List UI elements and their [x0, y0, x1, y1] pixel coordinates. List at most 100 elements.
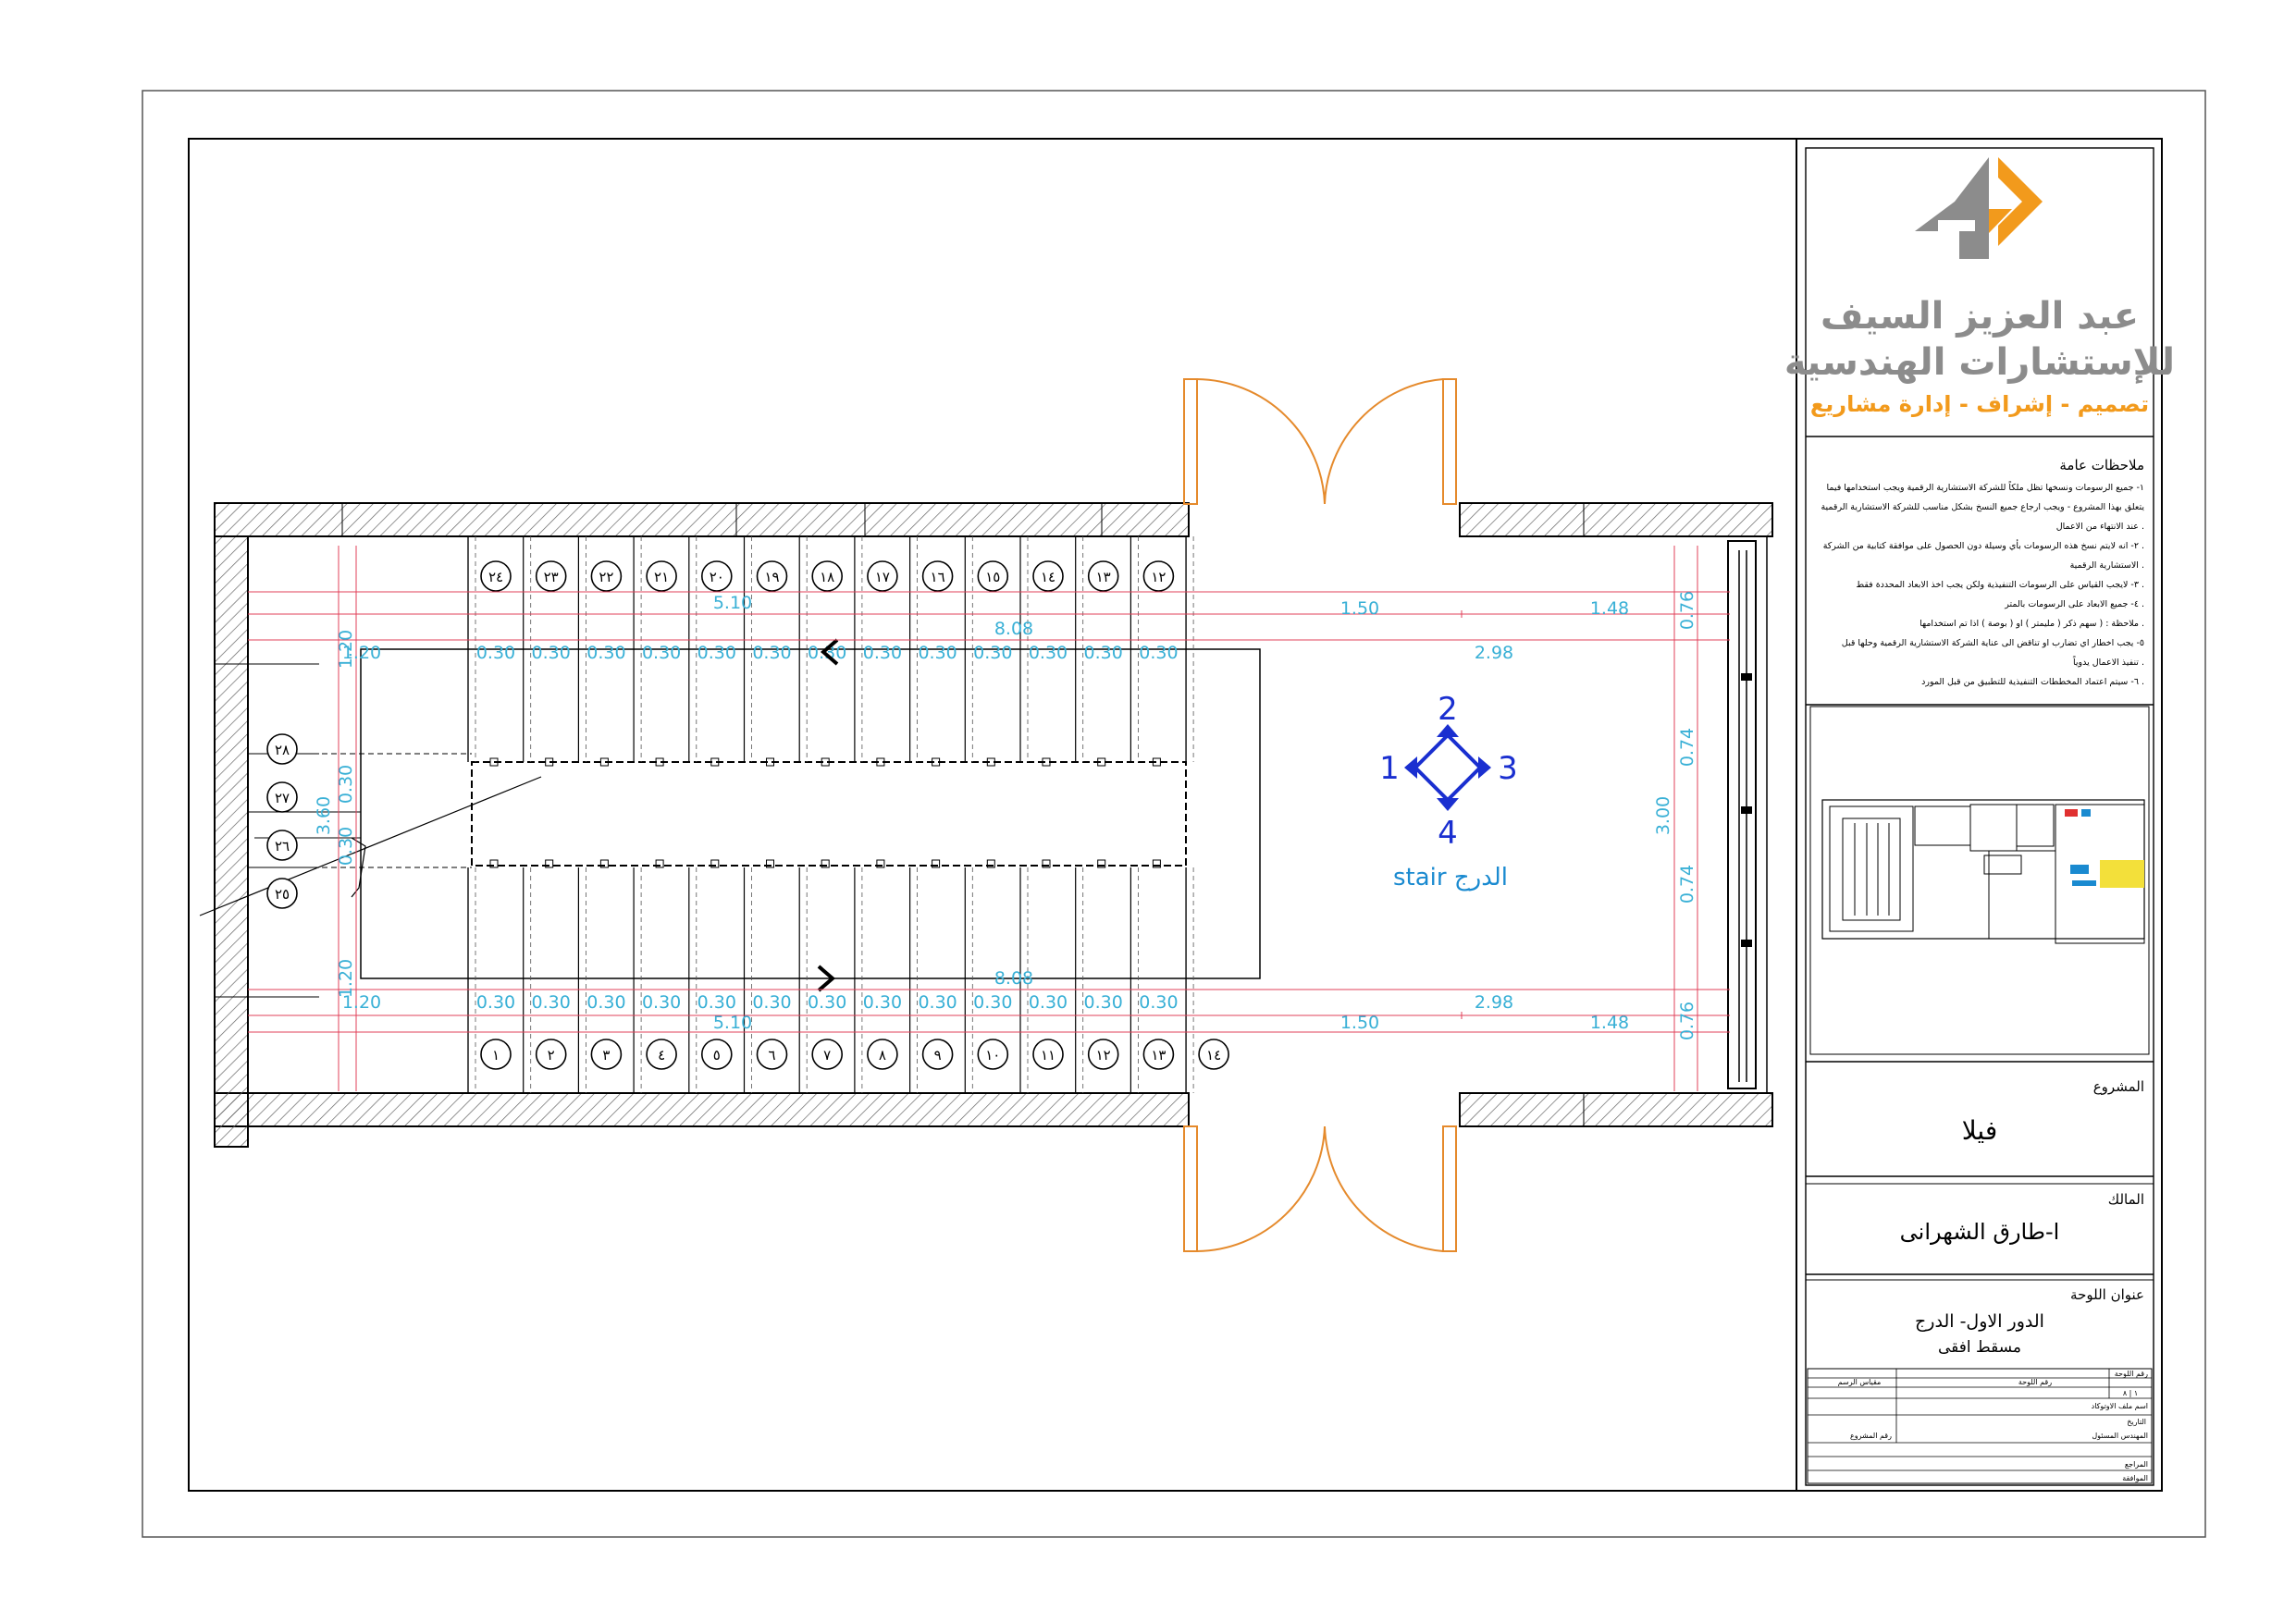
step-number: ١٩: [764, 569, 779, 585]
dim-tread: 0.30: [1139, 643, 1178, 663]
dim-side-b-top: 0.74: [1677, 728, 1697, 767]
step-number: ١: [492, 1047, 500, 1064]
title-block: عبد العزيز السيف للإستشارات الهندسية تصم…: [1784, 147, 2175, 1486]
4d-arrow-logo-icon: [1915, 157, 2043, 259]
dim-tread: 0.30: [586, 992, 625, 1013]
step-number: ١٨: [820, 569, 834, 585]
dim-landing-top: 2.98: [1475, 643, 1513, 663]
dim-tread: 0.30: [476, 992, 515, 1013]
dim-left-vert-mid: 3.60: [314, 796, 334, 835]
sheet-title-line2: مسقط افقى: [1938, 1338, 2021, 1357]
company-name-line1: عبد العزيز السيف: [1821, 295, 2139, 338]
approval-label: الموافقة: [2122, 1474, 2148, 1482]
note-line: ٢- انه لايتم نسخ هذه الرسومات بأي وسيلة …: [1823, 539, 2144, 551]
note-line: يتعلق بهذا المشروع - ويجب ارجاع جميع الن…: [1821, 502, 2144, 512]
dim-tread: 0.30: [973, 992, 1012, 1013]
company-tagline: تصميم - إشراف - إدارة مشاريع: [1810, 391, 2149, 417]
dim-left-vert-bottom: 1.20: [336, 959, 356, 998]
key-plan: [1809, 706, 2150, 1055]
sheet-title-line1: الدور الاول- الدرج: [1915, 1311, 2044, 1332]
dim-tread: 0.30: [808, 992, 846, 1013]
dim-tread: 0.30: [642, 643, 681, 663]
step-number: ٢٣: [544, 569, 559, 585]
dim-seg-a-bottom: 1.50: [1340, 1013, 1379, 1033]
step-number: ١٢: [1096, 1047, 1111, 1064]
scale-label: مقياس الرسم: [1838, 1378, 1882, 1386]
dim-tread: 0.30: [642, 992, 681, 1013]
marker-west: 1: [1379, 750, 1400, 787]
dim-seg-b-top: 1.48: [1590, 598, 1629, 619]
right-window: [1727, 536, 1768, 1093]
step-number: ٢٢: [599, 569, 613, 585]
dim-side-a-bottom: 0.76: [1677, 1002, 1697, 1040]
step-number: ٢٠: [710, 569, 724, 585]
note-line: تنفيذ الاعمال يدوياً .: [2073, 656, 2144, 668]
sheet-no-label: رقم اللوحة: [2115, 1370, 2148, 1378]
dim-side-b-bottom: 0.74: [1677, 865, 1697, 904]
note-line: ٤- جميع الابعاد على الرسومات بالمتر .: [2004, 599, 2144, 609]
dim-tread: 0.30: [697, 992, 736, 1013]
dim-tread: 0.30: [1029, 643, 1068, 663]
file-label: اسم ملف الاوتوكاد: [2092, 1402, 2148, 1410]
company-name-line2: للإستشارات الهندسية: [1784, 341, 2175, 384]
dim-left-tread-b: 0.30: [336, 827, 356, 866]
dim-flight-top: 5.10: [713, 593, 752, 613]
drawing-sheet: عبد العزيز السيف للإستشارات الهندسية تصم…: [142, 90, 2206, 1538]
dim-seg-a-top: 1.50: [1340, 598, 1379, 619]
owner-name: ا-طارق الشهرانى: [1900, 1219, 2060, 1245]
dim-tread: 0.30: [752, 992, 791, 1013]
dim-tread: 0.30: [532, 992, 571, 1013]
project-no-label: رقم المشروع: [1850, 1432, 1892, 1440]
sheet-value: ١ | ٨: [2123, 1389, 2138, 1397]
step-number: ٥: [713, 1047, 721, 1064]
reviewer-label: المراجع: [2125, 1460, 2148, 1469]
step-number: ١٢: [1151, 569, 1166, 585]
sheet-no-alt-label: رقم اللوحة: [2018, 1378, 2052, 1386]
marker-south: 4: [1438, 815, 1458, 852]
step-number: ٢٤: [488, 569, 503, 585]
step-number: ٢٧: [275, 790, 290, 806]
step-number: ١٤: [1041, 569, 1055, 585]
dim-tread: 0.30: [1084, 992, 1123, 1013]
marker-east: 3: [1498, 750, 1518, 787]
dim-tread: 0.30: [697, 643, 736, 663]
step-number: ١٤: [1206, 1047, 1221, 1064]
owner-label: المالك: [2108, 1191, 2144, 1208]
step-number: ١٥: [985, 569, 1000, 585]
note-line: الاستشارية الرقمية .: [2070, 560, 2144, 571]
step-number: ١٧: [875, 569, 890, 585]
dim-tread: 0.30: [918, 992, 957, 1013]
notes-title: ملاحظات عامة: [2059, 457, 2144, 473]
step-number: ١٣: [1151, 1047, 1166, 1064]
step-number: ٨: [879, 1047, 886, 1064]
dim-tread: 0.30: [1139, 992, 1178, 1013]
step-number: ٢٨: [275, 742, 290, 758]
info-table: رقم اللوحة رقم اللوحة مقياس الرسم ١ | ٨ …: [1807, 1368, 2153, 1484]
dim-tread: 0.30: [532, 643, 571, 663]
marker-north: 2: [1438, 691, 1458, 728]
dim-tread: 0.30: [973, 643, 1012, 663]
note-line: ٣- لايجب القياس على الرسومات التنفيذية و…: [1856, 580, 2144, 590]
note-line: ١- جميع الرسومات ونسخها تظل ملكاً للشركة…: [1826, 481, 2144, 493]
date-label: التاريخ: [2127, 1418, 2146, 1426]
dim-tread: 0.30: [1029, 992, 1068, 1013]
sheet-title-label: عنوان اللوحة: [2070, 1286, 2144, 1303]
step-number: ١١: [1041, 1047, 1055, 1064]
dim-tread: 0.30: [752, 643, 791, 663]
step-number: ٣: [602, 1047, 610, 1064]
stair-label: stair الدرج: [1393, 864, 1508, 891]
dim-left-tread-a: 0.30: [336, 765, 356, 804]
step-number: ٩: [934, 1047, 942, 1064]
stair-plan: 0.30 0.30 0.30 0.30 0.30 0.30 0.30 0.30 0.30 0.30…: [199, 378, 1773, 1252]
dim-tread: 0.30: [586, 643, 625, 663]
dim-side-a-top: 0.76: [1677, 591, 1697, 630]
dim-tread: 0.30: [863, 643, 902, 663]
step-number: ٤: [658, 1047, 665, 1064]
stair-treads: 0.30 0.30 0.30 0.30 0.30 0.30 0.30 0.30 0.30 0.30…: [248, 536, 1194, 1093]
dim-tread: 0.30: [476, 643, 515, 663]
dim-total-top: 8.08: [994, 619, 1033, 639]
dim-seg-b-bottom: 1.48: [1590, 1013, 1629, 1033]
step-number: ٧: [823, 1047, 831, 1064]
stair-marker: 2 1 3 4 stair الدرج: [1379, 691, 1518, 891]
step-number: ٦: [768, 1047, 775, 1064]
